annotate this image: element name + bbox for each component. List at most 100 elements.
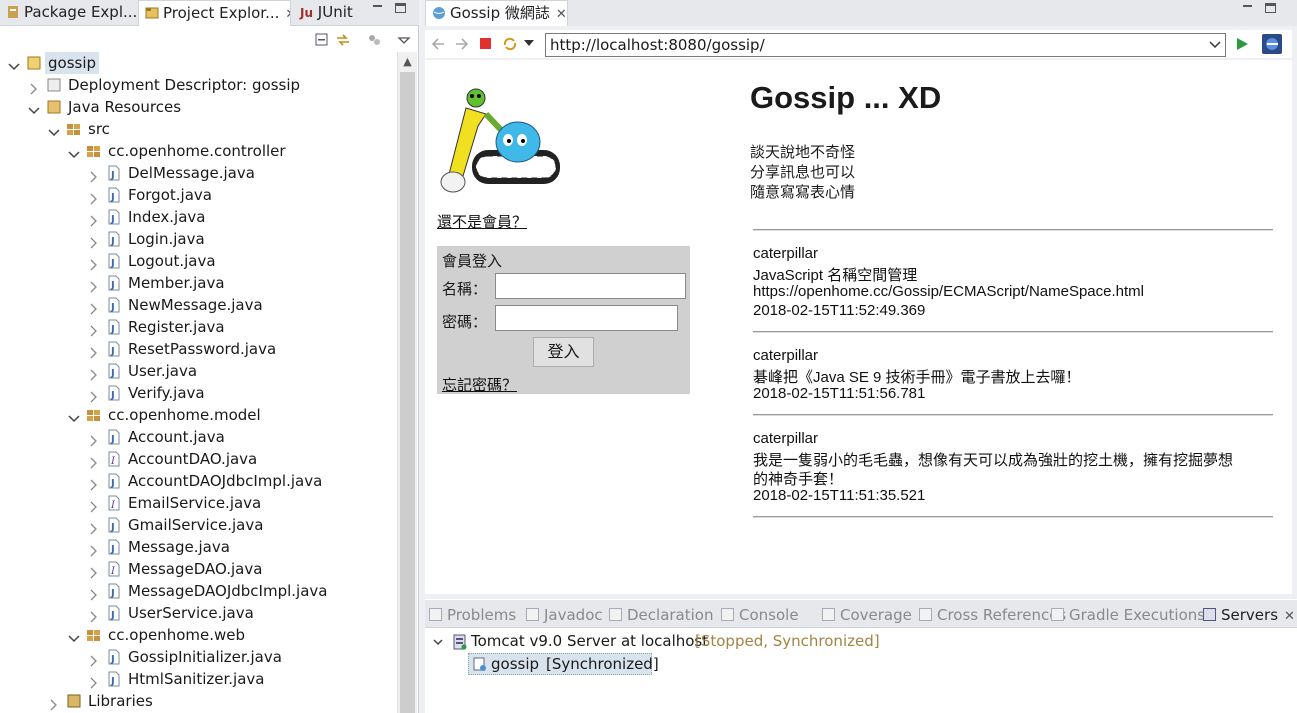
tab-package-explorer[interactable]: Package Expl... <box>0 0 137 26</box>
chevron-down-icon[interactable] <box>8 57 20 71</box>
tree-item-file[interactable]: J Message.java <box>0 536 395 558</box>
tree-item-file[interactable]: J Login.java <box>0 228 395 250</box>
url-input[interactable]: http://localhost:8080/gossip/ <box>545 33 1226 57</box>
tree-item-package[interactable]: cc.openhome.controller <box>0 140 395 162</box>
tree-item-project[interactable]: gossip <box>0 52 395 74</box>
password-input[interactable] <box>495 305 678 331</box>
forward-icon[interactable] <box>454 36 470 52</box>
close-icon[interactable]: ✕ <box>556 2 567 26</box>
chevron-right-icon[interactable] <box>88 211 100 227</box>
tree-item-file[interactable]: J DelMessage.java <box>0 162 395 184</box>
go-icon[interactable] <box>1235 36 1249 52</box>
close-icon[interactable]: ✕ <box>1284 609 1295 624</box>
tree-item-file[interactable]: I MessageDAO.java <box>0 558 395 580</box>
chevron-right-icon[interactable] <box>88 365 100 381</box>
tree-item-java-resources[interactable]: Java Resources <box>0 96 395 118</box>
tree-item-file[interactable]: J Logout.java <box>0 250 395 272</box>
tab-problems[interactable]: Problems <box>429 606 516 624</box>
tree-item-file[interactable]: J Register.java <box>0 316 395 338</box>
chevron-right-icon[interactable] <box>88 255 100 271</box>
tab-junit[interactable]: Ju JUnit <box>294 0 374 26</box>
tree-item-file[interactable]: J NewMessage.java <box>0 294 395 316</box>
chevron-right-icon[interactable] <box>88 321 100 337</box>
tab-cross-references[interactable]: Cross References <box>919 606 1066 624</box>
chevron-right-icon[interactable] <box>88 453 100 469</box>
tree-item-file[interactable]: J GossipInitializer.java <box>0 646 395 668</box>
tree-item-file[interactable]: J UserService.java <box>0 602 395 624</box>
chevron-right-icon[interactable] <box>88 189 100 205</box>
module-row[interactable]: gossip [Synchronized] <box>468 653 659 675</box>
close-icon[interactable]: ✕ <box>285 2 290 26</box>
refresh-dropdown-icon[interactable] <box>524 40 534 48</box>
tree-item-package[interactable]: cc.openhome.model <box>0 404 395 426</box>
chevron-right-icon[interactable] <box>88 541 100 557</box>
chevron-down-icon[interactable] <box>28 101 40 115</box>
filter-icon[interactable] <box>366 32 382 48</box>
chevron-right-icon[interactable] <box>88 585 100 601</box>
chevron-right-icon[interactable] <box>88 607 100 623</box>
chevron-down-icon[interactable] <box>68 409 80 423</box>
tree-item-package[interactable]: cc.openhome.web <box>0 624 395 646</box>
login-button[interactable]: 登入 <box>533 337 594 367</box>
refresh-icon[interactable] <box>502 36 518 52</box>
tab-servers[interactable]: Servers ✕ <box>1203 606 1295 624</box>
minimize-icon[interactable] <box>373 5 382 7</box>
tree-item-file[interactable]: J ResetPassword.java <box>0 338 395 360</box>
chevron-down-icon[interactable] <box>68 629 80 643</box>
tree-item-file[interactable]: J Index.java <box>0 206 395 228</box>
tree-item-deployment-descriptor[interactable]: Deployment Descriptor: gossip <box>0 74 395 96</box>
url-history-dropdown-icon[interactable] <box>1209 40 1221 50</box>
tab-console[interactable]: Console <box>721 606 799 624</box>
tree-item-file[interactable]: J AccountDAOJdbcImpl.java <box>0 470 395 492</box>
stop-icon[interactable] <box>479 37 493 51</box>
chevron-right-icon[interactable] <box>88 673 100 689</box>
chevron-right-icon[interactable] <box>88 563 100 579</box>
chevron-right-icon[interactable] <box>48 695 60 711</box>
tree-item-file[interactable]: I AccountDAO.java <box>0 448 395 470</box>
tree-item-libraries[interactable]: Libraries <box>0 690 395 712</box>
tree-item-file[interactable]: I EmailService.java <box>0 492 395 514</box>
maximize-icon[interactable] <box>1265 3 1276 13</box>
tree-item-file[interactable]: J User.java <box>0 360 395 382</box>
tree-item-file[interactable]: J MessageDAOJdbcImpl.java <box>0 580 395 602</box>
register-link[interactable]: 還不是會員？ <box>437 211 527 232</box>
tree-item-file[interactable]: J Verify.java <box>0 382 395 404</box>
tree-item-file[interactable]: J Account.java <box>0 426 395 448</box>
tab-gossip-browser[interactable]: Gossip 微網誌 ✕ <box>425 0 568 26</box>
view-menu-icon[interactable] <box>396 32 412 48</box>
scroll-up-icon[interactable]: ▲ <box>400 55 415 69</box>
tree-scrollbar-thumb[interactable] <box>400 72 415 713</box>
chevron-right-icon[interactable] <box>88 497 100 513</box>
chevron-down-icon[interactable] <box>48 123 60 137</box>
name-input[interactable] <box>495 273 686 299</box>
minimize-icon[interactable] <box>1243 5 1252 7</box>
tree-item-file[interactable]: J Forgot.java <box>0 184 395 206</box>
chevron-right-icon[interactable] <box>88 299 100 315</box>
chevron-right-icon[interactable] <box>88 343 100 359</box>
chevron-down-icon[interactable] <box>433 637 443 647</box>
forgot-password-link[interactable]: 忘記密碼？ <box>442 374 517 395</box>
tab-javadoc[interactable]: Javadoc <box>526 606 603 624</box>
back-icon[interactable] <box>430 36 446 52</box>
chevron-right-icon[interactable] <box>88 519 100 535</box>
chevron-right-icon[interactable] <box>28 79 40 95</box>
tree-item-file[interactable]: J Member.java <box>0 272 395 294</box>
chevron-down-icon[interactable] <box>68 145 80 159</box>
chevron-right-icon[interactable] <box>88 475 100 491</box>
tree-item-src[interactable]: src <box>0 118 395 140</box>
collapse-all-icon[interactable] <box>314 32 330 48</box>
chevron-right-icon[interactable] <box>88 387 100 403</box>
maximize-icon[interactable] <box>395 3 406 13</box>
link-with-editor-icon[interactable] <box>335 32 351 48</box>
tree-item-file[interactable]: J HtmlSanitizer.java <box>0 668 395 690</box>
tab-gradle-executions[interactable]: Gradle Executions <box>1051 606 1205 624</box>
chevron-right-icon[interactable] <box>88 431 100 447</box>
browser-logo-icon[interactable] <box>1262 34 1282 54</box>
chevron-right-icon[interactable] <box>88 233 100 249</box>
tab-declaration[interactable]: Declaration <box>609 606 713 624</box>
chevron-right-icon[interactable] <box>88 167 100 183</box>
tree-item-file[interactable]: J GmailService.java <box>0 514 395 536</box>
tab-project-explorer[interactable]: Project Explor...✕ <box>138 0 291 26</box>
chevron-right-icon[interactable] <box>88 651 100 667</box>
chevron-right-icon[interactable] <box>88 277 100 293</box>
